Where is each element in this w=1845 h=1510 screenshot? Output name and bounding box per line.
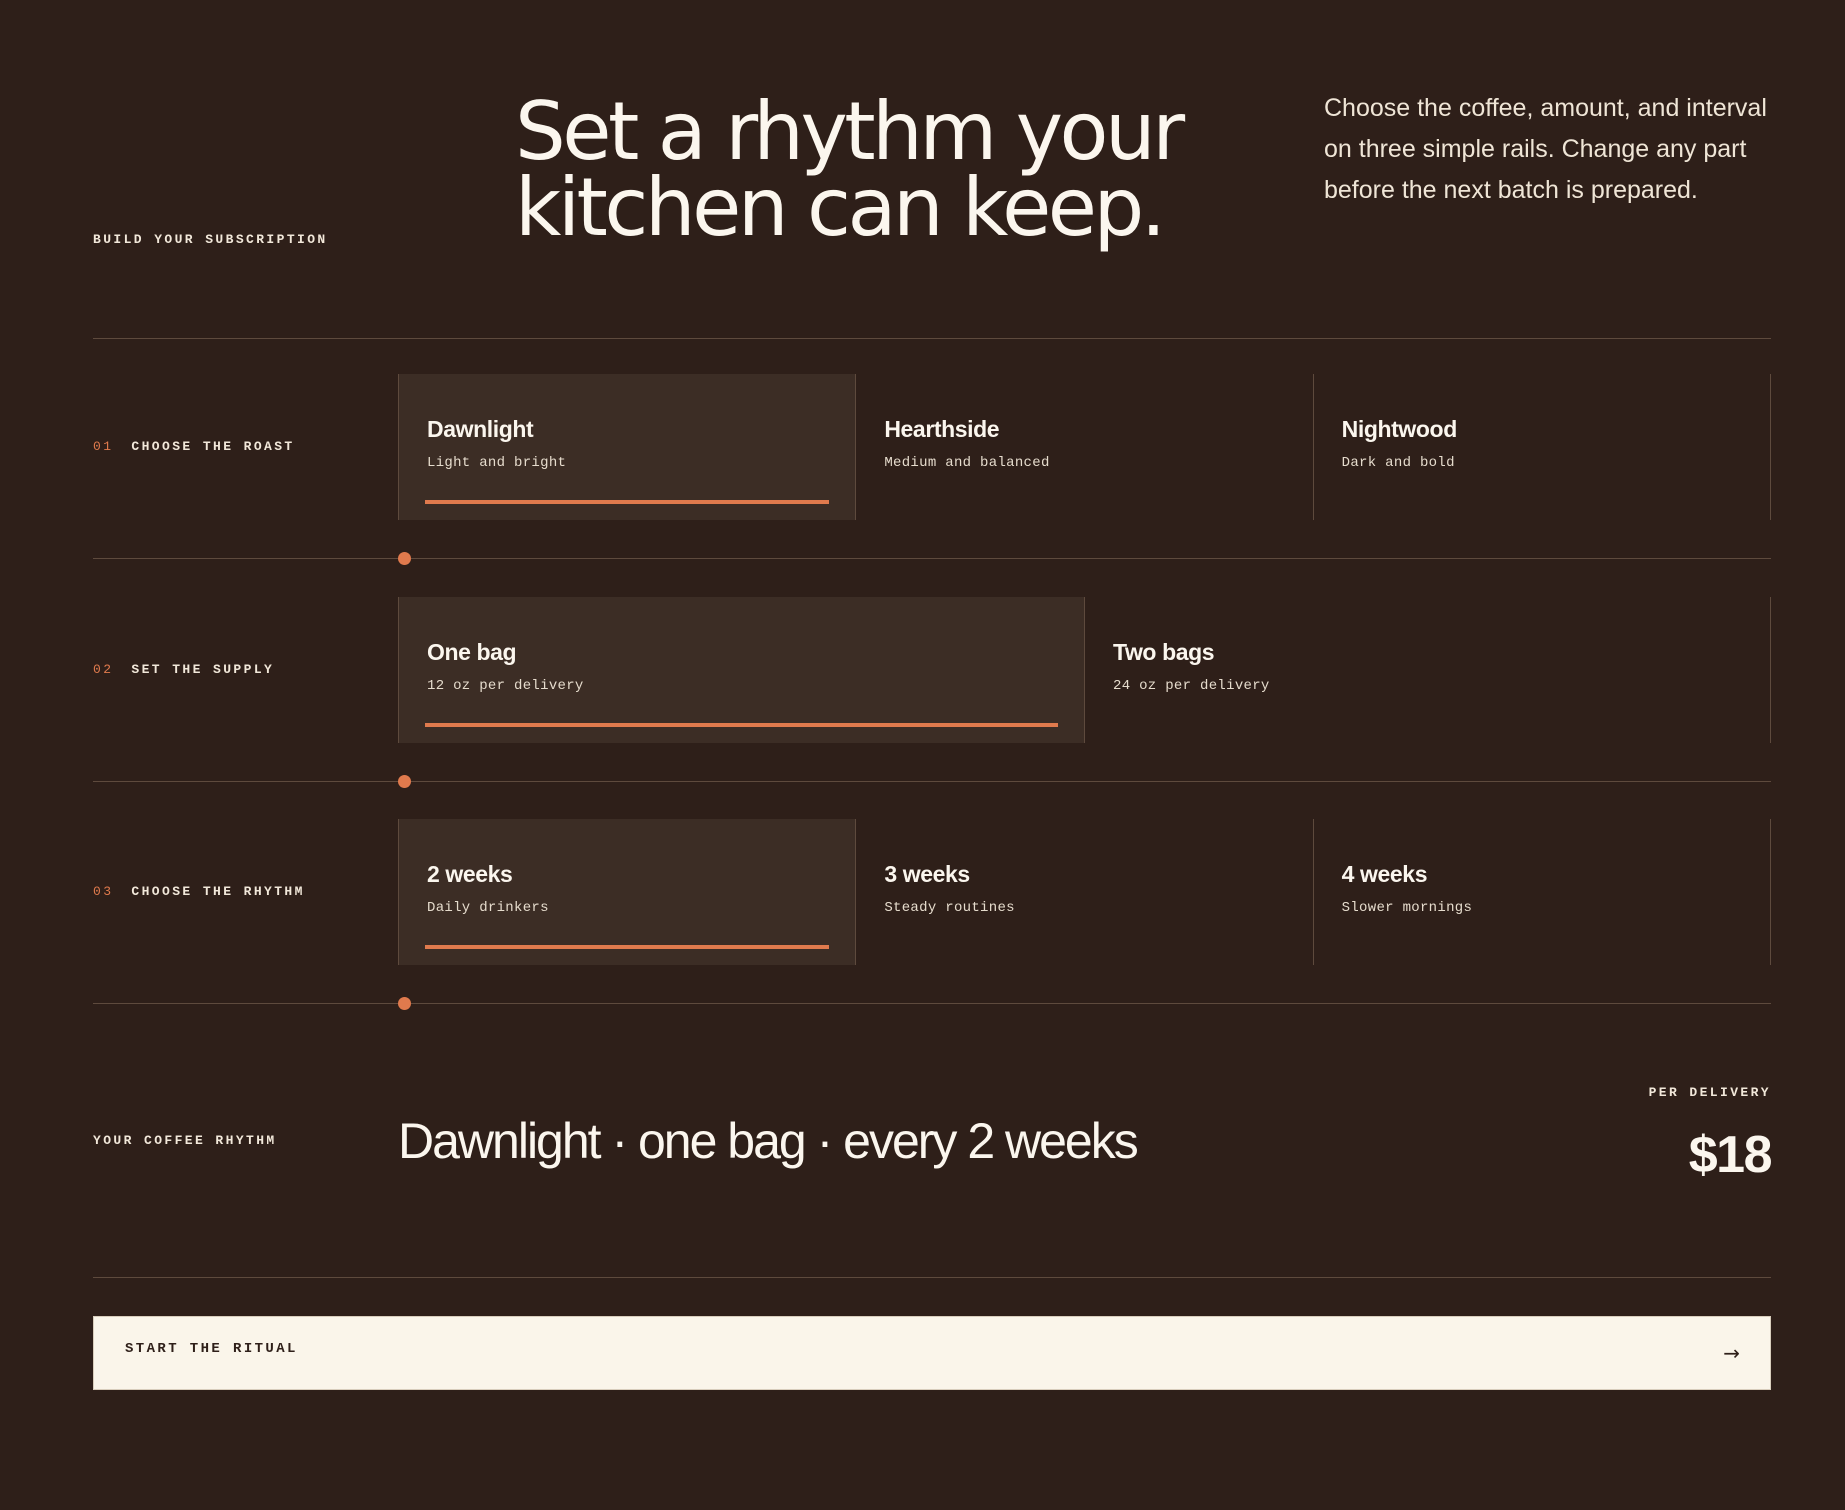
rail-dot-roast xyxy=(398,552,411,565)
rhythm-row-label: 03 CHOOSE THE RHYTHM xyxy=(93,884,305,899)
summary-text: Dawnlight · one bag · every 2 weeks xyxy=(398,1113,1139,1169)
intro-text: Choose the coffee, amount, and interval … xyxy=(1324,94,1767,204)
headline-line-2: kitchen can keep. xyxy=(515,161,1166,254)
option-title: One bag xyxy=(427,639,517,665)
rail-line-supply xyxy=(93,781,1771,782)
rhythm-row-title: CHOOSE THE RHYTHM xyxy=(131,884,305,899)
option-subtitle: 12 oz per delivery xyxy=(427,678,584,694)
rhythm-option-4-weeks[interactable]: 4 weeks Slower mornings xyxy=(1314,819,1771,965)
option-title: Hearthside xyxy=(884,416,1000,442)
option-subtitle: Slower mornings xyxy=(1341,900,1473,916)
roast-option-hearthside[interactable]: Hearthside Medium and balanced xyxy=(856,374,1314,520)
selected-indicator xyxy=(425,945,830,949)
option-title: Two bags xyxy=(1113,639,1215,665)
rhythm-row-number: 03 xyxy=(93,884,114,899)
option-subtitle: Daily drinkers xyxy=(427,900,549,916)
supply-options: One bag 12 oz per delivery Two bags 24 o… xyxy=(398,597,1771,743)
divider-top xyxy=(93,338,1771,339)
price-value: $18 xyxy=(1688,1126,1773,1184)
selected-indicator xyxy=(425,500,830,504)
arrow-right-icon: → xyxy=(1723,1341,1740,1365)
option-subtitle: Steady routines xyxy=(884,900,1015,916)
roast-row-label: 01 CHOOSE THE ROAST xyxy=(93,439,295,454)
rhythm-options: 2 weeks Daily drinkers 3 weeks Steady ro… xyxy=(398,819,1771,965)
roast-option-nightwood[interactable]: Nightwood Dark and bold xyxy=(1314,374,1771,520)
roast-option-dawnlight[interactable]: Dawnlight Light and bright xyxy=(398,374,857,520)
supply-option-two-bags[interactable]: Two bags 24 oz per delivery xyxy=(1085,597,1771,743)
rail-line-rhythm xyxy=(93,1003,1771,1004)
rail-dot-rhythm xyxy=(398,997,411,1010)
roast-options: Dawnlight Light and bright Hearthside Me… xyxy=(398,374,1771,520)
option-title: 4 weeks xyxy=(1341,861,1428,887)
rail-line-roast xyxy=(93,558,1771,559)
roast-row-title: CHOOSE THE ROAST xyxy=(131,439,295,454)
cta-label: START THE RITUAL xyxy=(125,1341,298,1357)
page-title: Set a rhythm your kitchen can keep. xyxy=(515,92,1195,248)
supply-row-title: SET THE SUPPLY xyxy=(131,662,275,677)
price-label: PER DELIVERY xyxy=(1648,1085,1771,1100)
selected-indicator xyxy=(425,723,1058,727)
option-subtitle: 24 oz per delivery xyxy=(1113,678,1270,694)
option-subtitle: Light and bright xyxy=(427,455,567,471)
subscription-eyebrow: BUILD YOUR SUBSCRIPTION xyxy=(93,232,328,247)
roast-row-number: 01 xyxy=(93,439,114,454)
option-title: 3 weeks xyxy=(884,861,970,887)
supply-row-number: 02 xyxy=(93,662,114,677)
supply-row-label: 02 SET THE SUPPLY xyxy=(93,662,274,677)
rhythm-option-2-weeks[interactable]: 2 weeks Daily drinkers xyxy=(398,819,857,965)
rhythm-option-3-weeks[interactable]: 3 weeks Steady routines xyxy=(856,819,1314,965)
option-title: 2 weeks xyxy=(427,861,513,887)
start-ritual-button[interactable]: START THE RITUAL → xyxy=(93,1316,1771,1390)
option-title: Nightwood xyxy=(1341,416,1458,442)
supply-option-one-bag[interactable]: One bag 12 oz per delivery xyxy=(398,597,1085,743)
option-subtitle: Medium and balanced xyxy=(884,455,1050,471)
option-subtitle: Dark and bold xyxy=(1341,455,1455,471)
summary-label: YOUR COFFEE RHYTHM xyxy=(93,1133,277,1148)
rail-dot-supply xyxy=(398,775,411,788)
option-title: Dawnlight xyxy=(427,416,534,442)
divider-bottom xyxy=(93,1277,1771,1278)
